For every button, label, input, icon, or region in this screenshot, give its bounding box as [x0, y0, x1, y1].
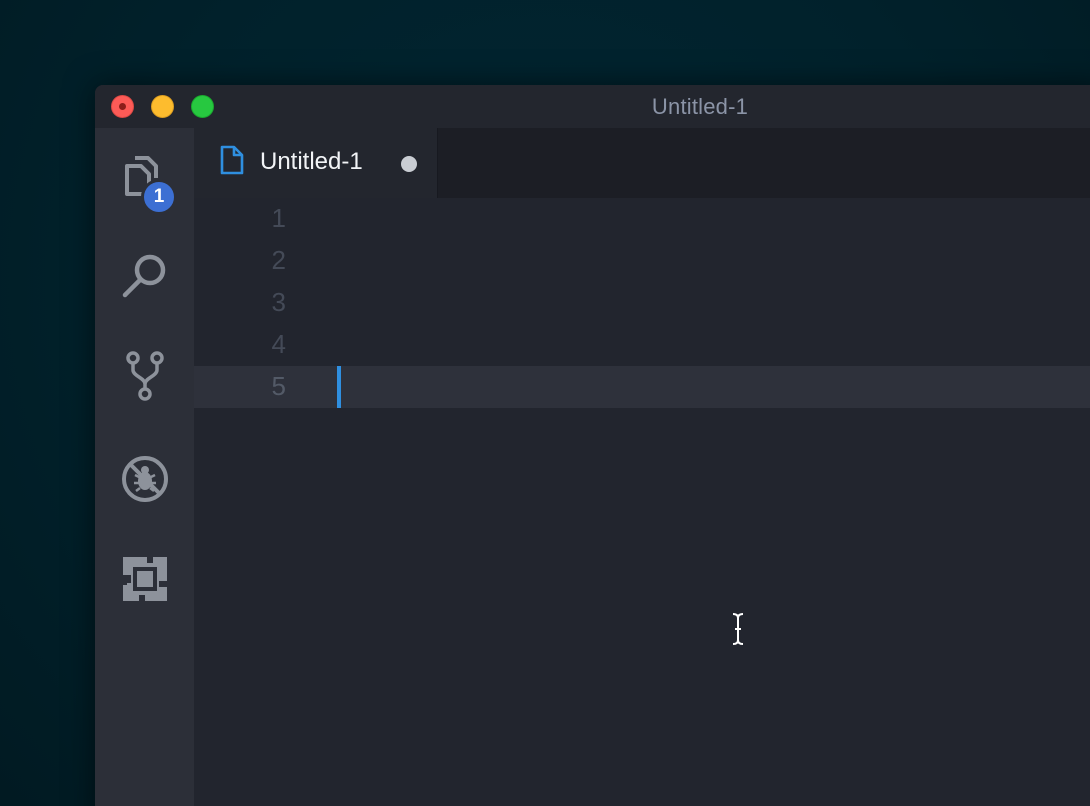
editor-window: Untitled-1 1 Untitled-1 1 2 3 4 5 [95, 85, 1090, 806]
activity-source-control[interactable] [119, 350, 171, 402]
line-number: 4 [271, 329, 286, 359]
explorer-badge: 1 [141, 179, 177, 215]
tab-bar: Untitled-1 [194, 128, 1090, 198]
tab-untitled-1[interactable]: Untitled-1 [194, 128, 438, 198]
activity-bar: 1 [95, 128, 194, 806]
editor-area: Untitled-1 1 2 3 4 5 [194, 128, 1090, 806]
editor-line[interactable]: 1 [194, 198, 1090, 240]
line-number: 3 [271, 287, 286, 317]
line-number: 5 [271, 371, 286, 401]
editor-text-area[interactable]: 1 2 3 4 5 [194, 198, 1090, 408]
mouse-ibeam-cursor-icon [730, 612, 746, 646]
text-cursor [337, 366, 341, 408]
file-icon [219, 145, 245, 175]
editor-current-line[interactable]: 5 [194, 366, 1090, 408]
source-control-icon [119, 350, 171, 402]
editor-line[interactable]: 2 [194, 240, 1090, 282]
close-window-button[interactable] [111, 95, 134, 118]
line-number: 1 [271, 203, 286, 233]
editor-line[interactable]: 4 [194, 324, 1090, 366]
debug-icon [119, 453, 171, 505]
editor-line[interactable]: 3 [194, 282, 1090, 324]
line-number: 2 [271, 245, 286, 275]
title-bar: Untitled-1 [95, 85, 1090, 128]
maximize-window-button[interactable] [191, 95, 214, 118]
search-icon [119, 250, 171, 302]
tab-label: Untitled-1 [260, 148, 363, 175]
window-title: Untitled-1 [651, 94, 749, 119]
activity-debug[interactable] [119, 453, 171, 505]
extensions-icon [119, 553, 171, 605]
activity-extensions[interactable] [119, 553, 171, 605]
minimize-window-button[interactable] [151, 95, 174, 118]
unsaved-changes-indicator[interactable] [401, 156, 417, 172]
activity-search[interactable] [119, 250, 171, 302]
